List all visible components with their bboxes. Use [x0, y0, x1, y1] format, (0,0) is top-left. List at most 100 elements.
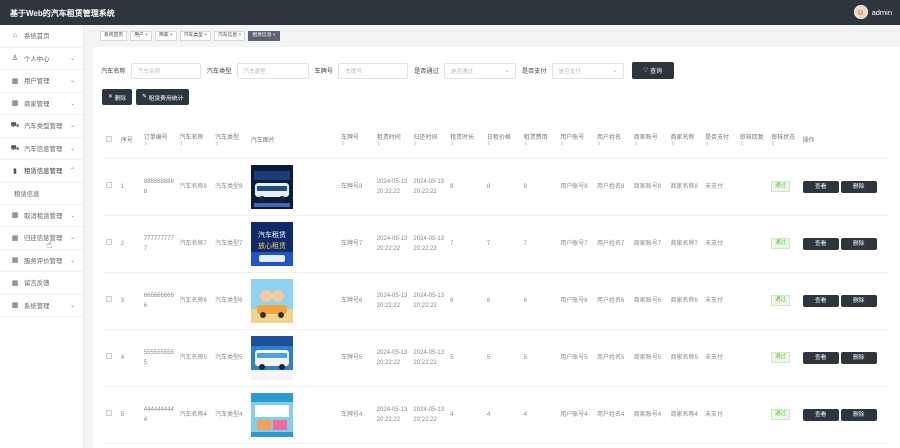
- tab-4[interactable]: 汽车信息 ×: [214, 31, 246, 41]
- car-image[interactable]: [250, 392, 293, 437]
- tab-0[interactable]: 系统首页: [100, 31, 128, 41]
- car-image[interactable]: [250, 335, 293, 380]
- cell-duration: 4: [450, 411, 454, 418]
- table-cell: 8: [483, 158, 521, 216]
- column-header[interactable]: 日租价格 ⇕: [483, 122, 521, 159]
- sidebar-item-8[interactable]: ▦ 归还信息管理 ⌄: [0, 227, 83, 250]
- column-header[interactable]: 车牌号 ⇕: [338, 122, 374, 159]
- car-image[interactable]: [250, 278, 293, 323]
- sort-icon[interactable]: ⇕: [560, 141, 594, 147]
- column-header[interactable]: 归还时间 ⇕: [410, 122, 448, 159]
- column-header[interactable]: 用户账号 ⇕: [557, 122, 594, 159]
- table-cell: 商家账号6: [630, 272, 668, 330]
- fee-stats-button[interactable]: ✎ 租赁费用统计: [136, 89, 190, 105]
- sidebar-item-9[interactable]: ▦ 服务评价管理 ⌄: [0, 250, 83, 272]
- row-checkbox[interactable]: [106, 352, 112, 359]
- batch-delete-button[interactable]: ✕ 删除: [102, 89, 133, 105]
- sidebar-item-3[interactable]: ▦ 商家管理 ⌄: [0, 93, 83, 115]
- sidebar-item-1[interactable]: ♙ 个人中心 ⌄: [0, 48, 83, 70]
- sidebar-item-0[interactable]: ⌂ 系统首页: [0, 25, 83, 48]
- avatar[interactable]: ☺: [853, 5, 868, 19]
- column-header[interactable]: 订单编号 ⇕: [140, 122, 177, 159]
- sidebar-item-2[interactable]: ▦ 用户管理 ⌄: [0, 70, 83, 93]
- delete-button[interactable]: 删除: [840, 180, 877, 193]
- sidebar-item-7[interactable]: ▦ 取消租赁管理 ⌄: [0, 205, 83, 227]
- table-cell: 7: [447, 215, 484, 273]
- view-button[interactable]: 查看: [802, 237, 839, 250]
- column-header[interactable]: 汽车类型 ⇕: [212, 122, 248, 159]
- sort-icon[interactable]: ⇕: [179, 141, 212, 147]
- sort-icon[interactable]: ⇕: [740, 141, 768, 147]
- user-menu[interactable]: ☺ admin: [853, 5, 892, 19]
- row-checkbox[interactable]: [106, 181, 112, 188]
- sort-icon[interactable]: ⇕: [144, 141, 177, 147]
- delete-button[interactable]: 删除: [840, 294, 877, 307]
- view-button[interactable]: 查看: [802, 408, 839, 421]
- chevron-down-icon: ⌄: [504, 68, 510, 74]
- sort-icon[interactable]: ⇕: [215, 141, 248, 147]
- column-header[interactable]: 租赁时间 ⇕: [373, 122, 411, 159]
- table-cell: 2024-05-13 20:22:22: [373, 386, 411, 444]
- tab-3[interactable]: 汽车类型 ×: [179, 31, 211, 41]
- column-header[interactable]: 商家名称 ⇕: [667, 122, 703, 159]
- cell-shop_acc: 商家账号7: [633, 240, 662, 247]
- cell-shop_acc: 商家账号4: [633, 411, 662, 418]
- car-type-input[interactable]: 汽车类型: [236, 62, 309, 79]
- sort-icon[interactable]: ⇕: [487, 141, 521, 147]
- sidebar-item-10[interactable]: ▦ 留言反馈: [0, 272, 83, 295]
- delete-button[interactable]: 删除: [840, 408, 877, 421]
- query-button[interactable]: ♡ 查询: [631, 62, 674, 79]
- sidebar-item-4[interactable]: ⛟ 汽车类型管理 ⌄: [0, 115, 83, 138]
- column-header[interactable]: 汽车名称 ⇕: [176, 122, 213, 159]
- sort-icon[interactable]: ⇕: [597, 141, 631, 147]
- car-image[interactable]: [250, 164, 293, 209]
- tab-5[interactable]: 租赁信息 ×: [248, 31, 280, 41]
- table-cell: 6: [520, 272, 558, 330]
- tab-2[interactable]: 商家 ×: [154, 31, 177, 41]
- car-image[interactable]: 汽车租赁放心租赁: [250, 221, 293, 266]
- delete-button[interactable]: 删除: [840, 237, 877, 250]
- sort-icon[interactable]: ⇕: [524, 141, 558, 147]
- sort-icon[interactable]: ⇕: [634, 141, 668, 147]
- view-button[interactable]: 查看: [802, 351, 839, 364]
- sidebar-item-11[interactable]: ▦ 系统管理 ⌄: [0, 295, 83, 317]
- edit-icon: ✎: [142, 94, 147, 100]
- svg-text:汽车租赁: 汽车租赁: [258, 230, 286, 239]
- column-header[interactable]: 是否支付 ⇕: [702, 122, 737, 159]
- table-cell: 汽车名称5: [176, 329, 213, 387]
- column-header[interactable]: 审核状态 ⇕: [768, 122, 800, 159]
- cell-type: 汽车类型7: [215, 240, 243, 247]
- sort-icon[interactable]: ⇕: [377, 141, 411, 147]
- view-button[interactable]: 查看: [802, 294, 839, 307]
- plate-input[interactable]: 车牌号: [338, 62, 409, 79]
- column-header[interactable]: 用户姓名 ⇕: [594, 122, 631, 159]
- sort-icon[interactable]: ⇕: [413, 141, 447, 147]
- row-checkbox[interactable]: [106, 295, 112, 302]
- table-cell: 车牌号4: [338, 386, 374, 444]
- approved-select[interactable]: 是否通过 ⌄: [443, 62, 516, 79]
- sidebar-item-6[interactable]: ▮ 租赁信息管理 ⌃: [0, 160, 83, 183]
- actions-cell: 查看 删除: [799, 215, 889, 273]
- paid-select[interactable]: 是否支付 ⌄: [551, 62, 624, 79]
- sort-icon[interactable]: ⇕: [705, 141, 737, 147]
- column-header[interactable]: 审核回复 ⇕: [736, 122, 769, 159]
- column-header[interactable]: 商家账号 ⇕: [630, 122, 668, 159]
- car-name-input[interactable]: 汽车名称: [130, 62, 201, 79]
- tab-1[interactable]: 用户 ×: [130, 31, 152, 41]
- submenu-rental-info[interactable]: 租赁信息: [0, 182, 83, 205]
- sort-icon[interactable]: ⇕: [450, 141, 484, 147]
- row-checkbox[interactable]: [106, 409, 112, 416]
- sort-icon[interactable]: ⇕: [670, 141, 702, 147]
- row-checkbox[interactable]: [106, 238, 112, 245]
- username[interactable]: admin: [872, 8, 892, 17]
- column-header[interactable]: 租赁费用 ⇕: [520, 122, 558, 159]
- delete-button[interactable]: 删除: [840, 351, 877, 364]
- column-header[interactable]: 租赁时长 ⇕: [447, 122, 484, 159]
- view-button[interactable]: 查看: [802, 180, 839, 193]
- sidebar-item-5[interactable]: ⛟ 汽车信息管理 ⌄: [0, 138, 83, 160]
- select-all-checkbox[interactable]: [106, 135, 112, 142]
- phone-icon: ▮: [13, 167, 17, 175]
- cell-user_acc: 用户账号6: [560, 297, 588, 304]
- sort-icon[interactable]: ⇕: [771, 141, 799, 147]
- sort-icon[interactable]: ⇕: [341, 141, 374, 147]
